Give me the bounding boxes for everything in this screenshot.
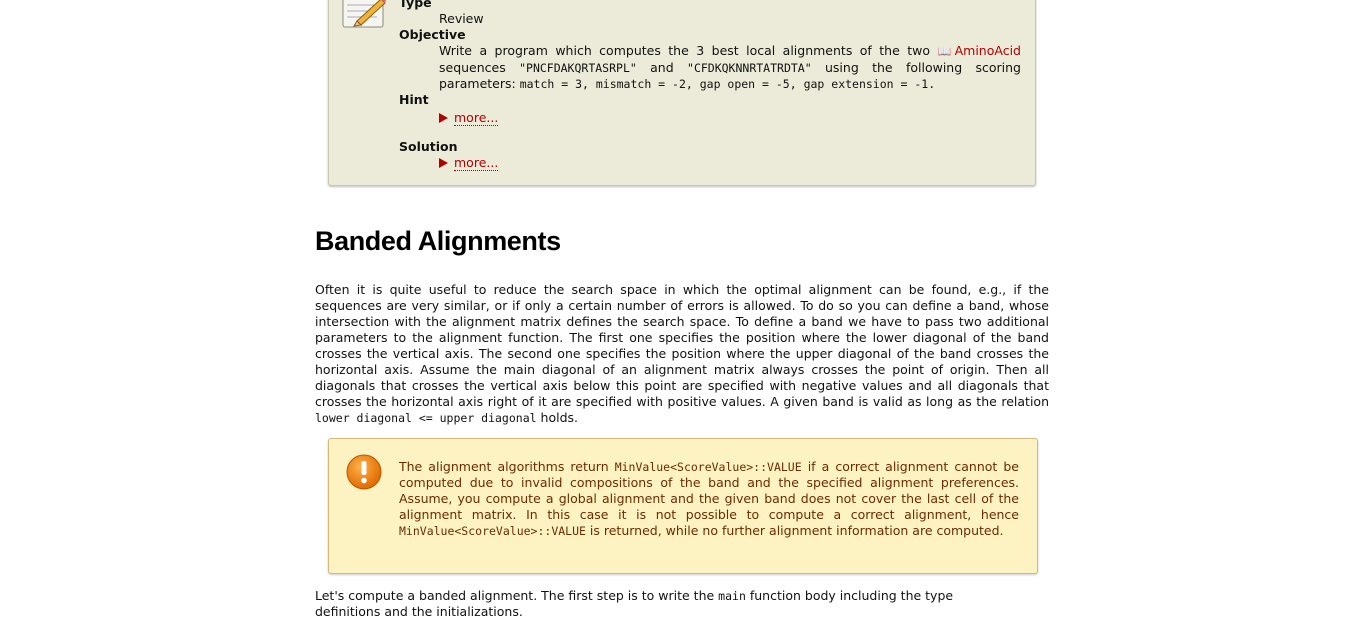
expand-triangle-icon[interactable] xyxy=(439,158,448,168)
hint-label: Hint xyxy=(399,92,429,107)
warning-text-part: is returned, while no further alignment … xyxy=(585,523,1004,538)
sequence-2: "CFDKQKNNRTATRDTA" xyxy=(687,61,812,75)
type-value: Review xyxy=(439,11,484,26)
paragraph-text: Often it is quite useful to reduce the s… xyxy=(315,282,1049,409)
inline-code: lower diagonal <= upper diagonal xyxy=(315,411,537,425)
inline-code: MinValue<ScoreValue>::VALUE xyxy=(614,460,802,474)
objective-text: Write a program which computes the 3 bes… xyxy=(439,43,1021,92)
warning-text: The alignment algorithms return MinValue… xyxy=(399,459,1019,539)
pencil-notepad-icon xyxy=(342,0,386,28)
solution-toggle[interactable]: more... xyxy=(439,155,1021,171)
assignment-body: Type Review Objective Write a program wh… xyxy=(399,0,1021,171)
solution-more-link[interactable]: more... xyxy=(454,155,499,171)
next-paragraph: Let's compute a banded alignment. The fi… xyxy=(315,588,1015,620)
warning-text-part: The alignment algorithms return xyxy=(399,459,615,474)
objective-text-part: and xyxy=(636,60,688,75)
objective-label: Objective xyxy=(399,27,466,42)
objective-text-part: sequences xyxy=(439,60,520,75)
hint-more-link[interactable]: more... xyxy=(454,110,499,126)
inline-code: main xyxy=(718,589,746,603)
solution-label: Solution xyxy=(399,139,458,154)
paragraph-text: Let's compute a banded alignment. The fi… xyxy=(315,588,719,603)
type-label: Type xyxy=(399,0,432,10)
expand-triangle-icon[interactable] xyxy=(439,113,448,123)
section-title: Banded Alignments xyxy=(315,226,561,256)
paragraph-text: holds. xyxy=(536,410,578,425)
hint-toggle[interactable]: more... xyxy=(439,110,1021,126)
exclamation-icon xyxy=(346,454,382,490)
book-icon: 📖 xyxy=(937,45,955,58)
sequence-1: "PNCFDAKQRTASRPL" xyxy=(519,61,637,75)
inline-code: MinValue<ScoreValue>::VALUE xyxy=(399,524,586,538)
assignment-box: Type Review Objective Write a program wh… xyxy=(328,0,1036,186)
section-paragraph: Often it is quite useful to reduce the s… xyxy=(315,282,1049,426)
objective-text-part: Write a program which computes the 3 bes… xyxy=(439,43,938,58)
scoring-parameters: match = 3, mismatch = -2, gap open = -5,… xyxy=(519,77,936,91)
aminoacid-link[interactable]: AminoAcid xyxy=(955,43,1021,58)
warning-box: The alignment algorithms return MinValue… xyxy=(328,438,1038,574)
